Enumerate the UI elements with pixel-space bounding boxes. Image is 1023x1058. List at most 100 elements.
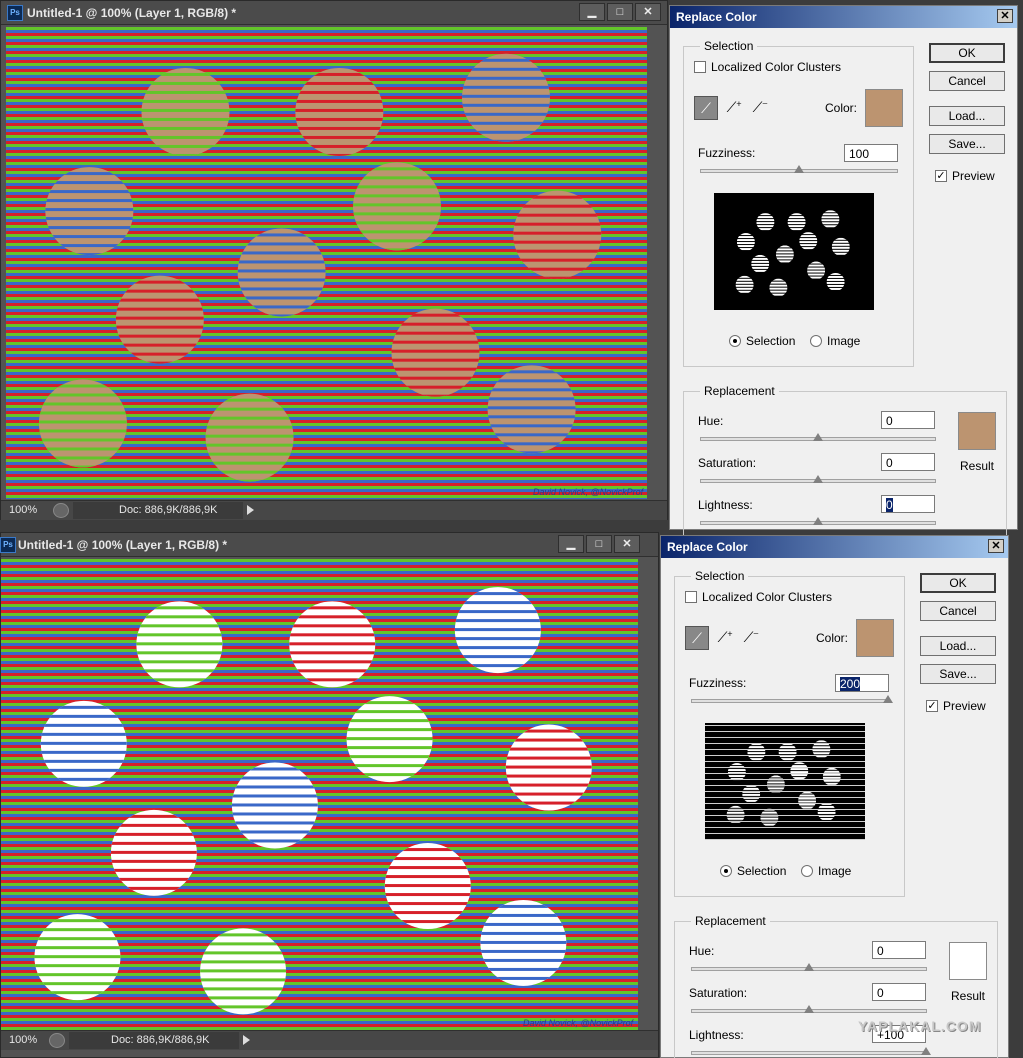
cancel-button[interactable]: Cancel — [920, 601, 996, 621]
lightness-input[interactable]: 0 — [881, 495, 935, 513]
status-menu-icon[interactable] — [53, 503, 69, 518]
close-window-button[interactable]: ✕ — [614, 535, 640, 553]
preview-sphere-7 — [766, 775, 785, 793]
status-bar: 100% Doc: 886,9K/886,9K — [1, 500, 667, 520]
preview-sphere-12 — [817, 802, 836, 820]
saturation-slider[interactable] — [700, 475, 936, 483]
doc-info: Doc: 886,9K/886,9K — [73, 502, 243, 519]
replacement-group: Replacement Hue: 0 Saturation: 0 Lightne… — [683, 384, 1007, 541]
window-title: Untitled-1 @ 100% (Layer 1, RGB/8) * — [18, 538, 228, 552]
window-title-bar[interactable]: Ps Untitled-1 @ 100% (Layer 1, RGB/8) * … — [1, 1, 667, 25]
hue-input[interactable]: 0 — [881, 411, 935, 429]
status-arrow-icon[interactable] — [243, 1035, 250, 1045]
fuzziness-slider[interactable] — [691, 695, 893, 703]
result-swatch[interactable] — [958, 412, 996, 450]
eyedropper-plus-icon[interactable]: ⟋⁺ — [713, 626, 737, 650]
preview-sphere-3 — [812, 740, 831, 758]
saturation-input[interactable]: 0 — [881, 453, 935, 471]
site-watermark: YAPLAKAL.COM — [858, 1018, 982, 1034]
image-radio[interactable] — [810, 335, 822, 347]
preview-sphere-4 — [727, 763, 746, 781]
selection-radio[interactable] — [729, 335, 741, 347]
replace-color-dialog-bottom: Replace Color ✕ Selection Localized Colo… — [660, 535, 1009, 1058]
preview-label: Preview — [952, 169, 995, 183]
localized-clusters-label: Localized Color Clusters — [702, 590, 833, 604]
saturation-input[interactable]: 0 — [872, 983, 926, 1001]
preview-lines — [705, 725, 865, 840]
illusion-image — [1, 559, 638, 1033]
dialog-title[interactable]: Replace Color — [661, 536, 1008, 558]
ok-button[interactable]: OK — [920, 573, 996, 593]
hue-slider-thumb[interactable] — [813, 433, 823, 441]
replacement-group: Replacement Hue: 0 Saturation: 0 Lightne… — [674, 914, 998, 1058]
eyedropper-minus-icon[interactable]: ⟋⁻ — [739, 626, 763, 650]
selection-radio[interactable] — [720, 865, 732, 877]
dialog-close-button[interactable]: ✕ — [997, 9, 1013, 23]
preview-sphere-10 — [726, 805, 745, 823]
result-swatch[interactable] — [949, 942, 987, 980]
lightness-slider-thumb[interactable] — [921, 1047, 931, 1055]
preview-sphere-1 — [747, 743, 766, 761]
fuzziness-input[interactable]: 100 — [844, 144, 898, 162]
preview-checkbox[interactable]: ✓ — [926, 700, 938, 712]
eyedropper-icon[interactable]: ⟋ — [694, 96, 718, 120]
hue-slider[interactable] — [691, 963, 927, 971]
lightness-slider[interactable] — [691, 1047, 931, 1055]
hue-slider[interactable] — [700, 433, 936, 441]
saturation-slider-thumb[interactable] — [813, 475, 823, 483]
maximize-button[interactable]: □ — [607, 3, 633, 21]
replace-color-dialog-top: Replace Color ✕ Selection Localized Colo… — [669, 5, 1018, 541]
preview-sphere-4 — [736, 233, 755, 251]
close-window-button[interactable]: ✕ — [635, 3, 661, 21]
localized-clusters-checkbox[interactable] — [694, 61, 706, 73]
eyedropper-icon[interactable]: ⟋ — [685, 626, 709, 650]
preview-sphere-9 — [798, 791, 817, 809]
eyedropper-minus-icon[interactable]: ⟋⁻ — [748, 96, 772, 120]
lightness-label: Lightness: — [698, 498, 753, 512]
fuzziness-slider[interactable] — [700, 165, 898, 173]
load-button[interactable]: Load... — [929, 106, 1005, 126]
minimize-button[interactable]: ▁ — [558, 535, 584, 553]
fuzziness-slider-thumb[interactable] — [794, 165, 804, 173]
lightness-slider-thumb[interactable] — [813, 517, 823, 525]
localized-clusters-checkbox[interactable] — [685, 591, 697, 603]
ok-button[interactable]: OK — [929, 43, 1005, 63]
save-button[interactable]: Save... — [929, 134, 1005, 154]
maximize-button[interactable]: □ — [586, 535, 612, 553]
fuzziness-slider-thumb[interactable] — [883, 695, 893, 703]
status-menu-icon[interactable] — [49, 1033, 65, 1048]
image-radio[interactable] — [801, 865, 813, 877]
save-button[interactable]: Save... — [920, 664, 996, 684]
document-window-top: Ps Untitled-1 @ 100% (Layer 1, RGB/8) * … — [0, 0, 668, 520]
load-button[interactable]: Load... — [920, 636, 996, 656]
saturation-label: Saturation: — [698, 456, 757, 470]
fuzziness-input[interactable]: 200 — [835, 674, 889, 692]
hue-slider-thumb[interactable] — [804, 963, 814, 971]
status-bar: 100% Doc: 886,9K/886,9K — [1, 1030, 658, 1050]
document-canvas[interactable]: David Novick, @NovickProf — [1, 559, 638, 1033]
color-swatch[interactable] — [856, 619, 894, 657]
preview-checkbox[interactable]: ✓ — [935, 170, 947, 182]
color-swatch[interactable] — [865, 89, 903, 127]
cancel-button[interactable]: Cancel — [929, 71, 1005, 91]
zoom-level[interactable]: 100% — [9, 1034, 37, 1046]
document-canvas[interactable]: David Novick, @NovickProf — [6, 27, 647, 499]
selection-preview — [705, 723, 865, 840]
lightness-slider[interactable] — [700, 517, 936, 525]
eyedropper-plus-icon[interactable]: ⟋⁺ — [722, 96, 746, 120]
localized-clusters-label: Localized Color Clusters — [711, 60, 842, 74]
status-arrow-icon[interactable] — [247, 505, 254, 515]
image-radio-label: Image — [827, 334, 861, 348]
zoom-level[interactable]: 100% — [9, 504, 37, 516]
color-label: Color: — [816, 631, 849, 645]
fuzziness-label: Fuzziness: — [689, 676, 747, 690]
dialog-title[interactable]: Replace Color — [670, 6, 1017, 28]
window-title-bar[interactable]: Ps Untitled-1 @ 100% (Layer 1, RGB/8) * … — [0, 533, 658, 557]
saturation-slider-thumb[interactable] — [804, 1005, 814, 1013]
preview-sphere-5 — [799, 232, 818, 250]
hue-input[interactable]: 0 — [872, 941, 926, 959]
selection-group-label: Selection — [700, 39, 758, 53]
saturation-slider[interactable] — [691, 1005, 927, 1013]
dialog-close-button[interactable]: ✕ — [988, 539, 1004, 553]
minimize-button[interactable]: ▁ — [579, 3, 605, 21]
